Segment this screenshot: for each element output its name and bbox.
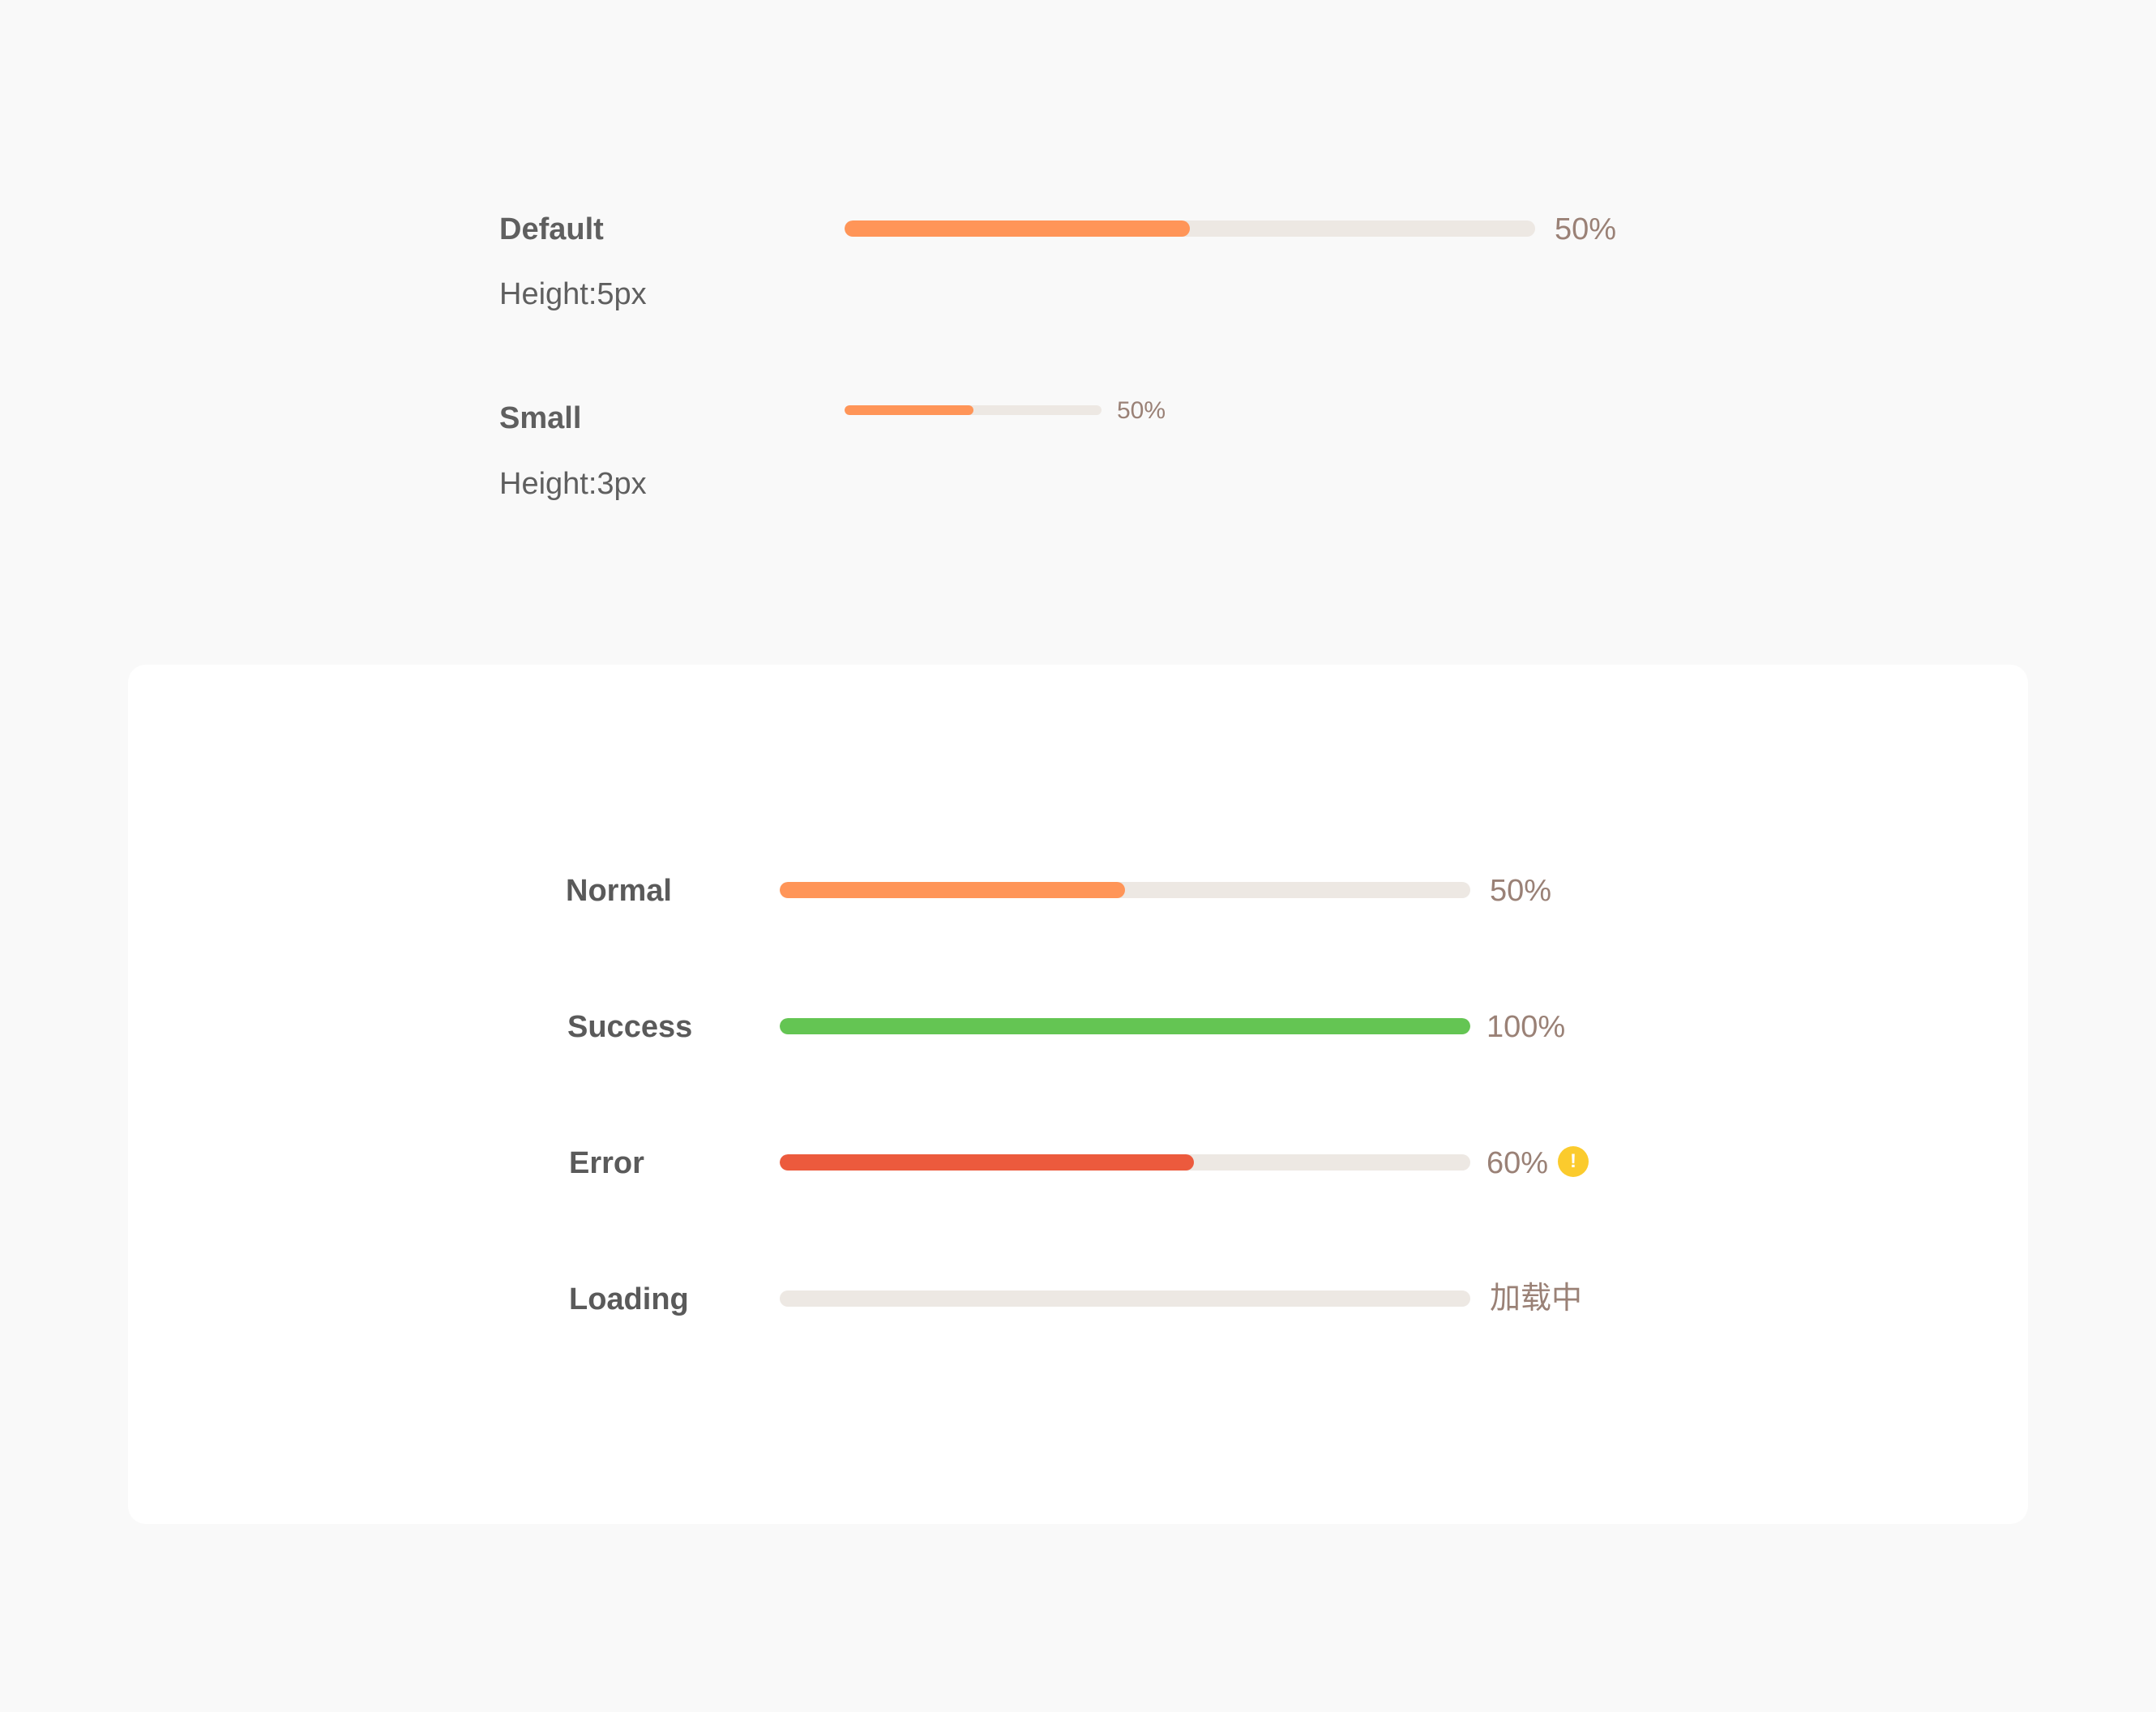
size-title-default: Default [499,212,604,246]
progress-fill-success [780,1018,1470,1034]
status-label-success: Success [567,1010,693,1044]
size-height-small: Height:3px [499,467,647,501]
progress-fill-error [780,1154,1195,1171]
size-title-small: Small [499,401,582,435]
progress-percent-error: 60% [1487,1146,1549,1180]
status-label-error: Error [569,1146,644,1180]
progress-track-normal [780,882,1470,898]
progress-percent-loading: 加载中 [1490,1280,1583,1316]
progress-percent-default: 50% [1555,212,1617,246]
progress-percent-small: 50% [1117,397,1166,424]
progress-fill-small [845,405,973,415]
progress-fill-default [845,220,1190,237]
warning-icon: ! [1558,1146,1589,1177]
size-height-default: Height:5px [499,277,647,311]
status-label-normal: Normal [566,874,672,908]
progress-percent-normal: 50% [1490,874,1552,908]
progress-track-small [845,405,1102,415]
progress-track-loading [780,1290,1470,1307]
status-panel: Normal 50% Success 100% Error 60% ! Load… [128,665,2028,1524]
progress-track-default [845,220,1535,237]
status-label-loading: Loading [569,1282,689,1316]
progress-track-success [780,1018,1470,1034]
progress-fill-normal [780,882,1125,898]
progress-percent-success: 100% [1487,1010,1566,1044]
progress-track-error [780,1154,1470,1171]
